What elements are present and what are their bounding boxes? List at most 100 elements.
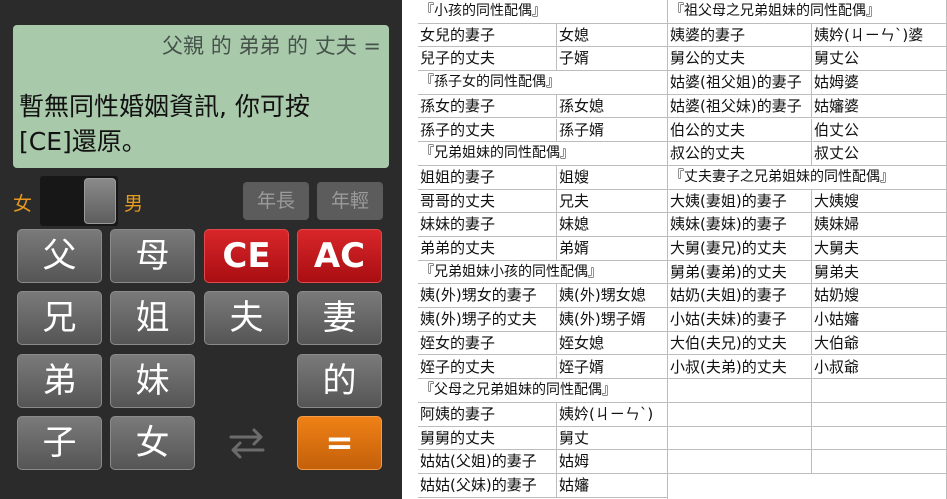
table-right: 『祖父母之兄弟姐妹的同性配偶』 姨婆的妻子 姨妗(ㄐㄧㄣˋ)婆 舅公的丈夫 舅丈公 姑婆(… (668, 0, 947, 499)
relation-cell (668, 427, 811, 450)
title-cell: 大伯爺 (811, 331, 947, 355)
result-message: 暫無同性婚姻資訊, 你可按[CE]還原。 (19, 92, 310, 156)
relation-cell: 大伯(夫兄)的丈夫 (670, 333, 787, 352)
title-cell (811, 379, 947, 403)
relation-tables: 『小孩的同性配偶』 女兒的妻子 女媳 兒子的丈夫 子婿 『孫子女的同性配偶』 孫女的妻子 孫女… (418, 0, 947, 499)
title-cell: 舅丈 (556, 426, 668, 450)
equals-key[interactable]: = (297, 416, 382, 470)
section-title: 『兄弟姐妹的同性配偶』 (420, 145, 574, 162)
title-cell: 姑姆 (556, 450, 668, 474)
relation-cell (668, 450, 811, 473)
title-cell: 姑嬸 (556, 474, 668, 497)
father-key[interactable]: 父 (17, 229, 102, 283)
younger-sister-key[interactable]: 妹 (110, 354, 195, 408)
title-cell: 姨妗(ㄐㄧㄣˋ) (556, 402, 668, 426)
title-cell: 孫女媳 (556, 94, 668, 118)
relation-cell: 小叔(夫弟)的丈夫 (670, 357, 787, 376)
toggle-knob[interactable] (84, 178, 116, 224)
mother-key[interactable]: 母 (110, 229, 195, 283)
younger-brother-key[interactable]: 弟 (17, 354, 102, 408)
title-cell: 姨妹婦 (811, 213, 947, 237)
table-section-header: 『兄弟姐妹小孩的同性配偶』 (418, 261, 667, 285)
gender-male-label: 男 (124, 193, 144, 215)
title-cell: 姑嬸婆 (811, 94, 947, 118)
table-row: 舅公的丈夫 舅丈公 (668, 47, 947, 72)
relation-cell: 阿姨的妻子 (420, 404, 496, 423)
son-key[interactable]: 子 (17, 416, 102, 470)
relation-cell: 姑姑(父姐)的妻子 (420, 452, 537, 471)
table-row: 姨妹(妻妹)的妻子 姨妹婦 (668, 213, 946, 237)
title-cell (811, 426, 947, 450)
ce-key[interactable]: CE (204, 229, 289, 283)
expression-text: 父親 的 弟弟 的 丈夫 = (162, 34, 381, 58)
relation-cell: 哥哥的丈夫 (420, 191, 496, 210)
relation-cell: 舅舅的丈夫 (420, 428, 496, 447)
relation-cell: 姨妹(妻妹)的妻子 (670, 215, 787, 234)
relation-cell: 大姨(妻姐)的妻子 (670, 191, 787, 210)
table-row: 姐姐的妻子 姐嫂 (418, 165, 668, 190)
table-row: 姪女的妻子 姪女媳 (418, 331, 667, 356)
relation-cell: 姨婆的妻子 (670, 25, 746, 44)
elder-sister-key[interactable]: 姐 (110, 291, 195, 345)
relation-cell: 姪女的妻子 (420, 333, 496, 352)
title-cell: 大舅夫 (811, 237, 947, 260)
elder-brother-key[interactable]: 兄 (17, 291, 102, 345)
title-cell: 弟婿 (556, 237, 668, 260)
title-cell: 姑奶嫂 (811, 284, 947, 308)
table-section-header: 『孫子女的同性配偶』 (418, 71, 667, 95)
table-row: 兒子的丈夫 子婿 (418, 47, 667, 72)
table-left: 『小孩的同性配偶』 女兒的妻子 女媳 兒子的丈夫 子婿 『孫子女的同性配偶』 孫女的妻子 孫女… (418, 0, 668, 499)
relation-cell: 姑奶(夫姐)的妻子 (670, 286, 787, 305)
table-row: 孫女的妻子 孫女媳 (418, 94, 668, 119)
table-section-header: 『兄弟姐妹的同性配偶』 (418, 142, 667, 166)
relation-cell (668, 403, 811, 426)
table-row: 小姑(夫妹)的妻子 小姑嬸 (668, 308, 946, 332)
title-cell: 姨(外)甥子婿 (556, 308, 668, 332)
relation-cell: 叔公的丈夫 (670, 144, 746, 163)
younger-button[interactable]: 年輕 (317, 182, 383, 220)
table-row: 女兒的妻子 女媳 (418, 23, 668, 48)
relation-cell: 小姑(夫妹)的妻子 (670, 310, 787, 329)
relation-cell: 姨(外)甥女的妻子 (420, 286, 537, 305)
title-cell: 姪子婿 (556, 355, 668, 379)
table-row: 妹妹的妻子 妹媳 (418, 213, 667, 237)
table-row: 姑奶(夫姐)的妻子 姑奶嫂 (668, 284, 947, 309)
older-button[interactable]: 年長 (243, 182, 309, 220)
title-cell: 小姑嬸 (811, 308, 947, 332)
table-row: 大舅(妻兄)的丈夫 大舅夫 (668, 237, 946, 261)
swap-arrows-icon (225, 417, 269, 469)
title-cell: 妹媳 (556, 213, 668, 237)
table-row: 孫子的丈夫 孫子婿 (418, 118, 668, 143)
title-cell: 孫子婿 (556, 118, 668, 142)
relation-cell: 姑婆(祖父妹)的妻子 (670, 96, 802, 115)
title-cell: 姐嫂 (556, 165, 668, 189)
title-cell: 舅丈公 (811, 47, 947, 71)
table-row: 弟弟的丈夫 弟婿 (418, 237, 667, 261)
relation-cell: 姐姐的妻子 (420, 167, 496, 186)
table-row: 舅弟(妻弟)的丈夫 舅弟夫 (668, 260, 946, 285)
relation-cell: 姨(外)甥子的丈夫 (420, 310, 537, 329)
table-row: 哥哥的丈夫 兄夫 (418, 189, 668, 214)
table-row (668, 450, 946, 474)
relation-cell: 姑姑(父妹)的妻子 (420, 476, 537, 494)
table-row: 小叔(夫弟)的丈夫 小叔爺 (668, 355, 947, 380)
title-cell: 小叔爺 (811, 355, 947, 379)
gender-toggle-switch[interactable] (40, 176, 118, 226)
title-cell: 女媳 (556, 23, 668, 47)
husband-key[interactable]: 夫 (204, 291, 289, 345)
table-row: 叔公的丈夫 叔丈公 (668, 142, 946, 166)
title-cell: 叔丈公 (811, 142, 947, 166)
of-key[interactable]: 的 (297, 354, 382, 408)
wife-key[interactable]: 妻 (297, 291, 382, 345)
daughter-key[interactable]: 女 (110, 416, 195, 470)
section-title: 『孫子女的同性配偶』 (420, 74, 560, 91)
swap-button[interactable] (204, 416, 289, 470)
table-section-header: 『丈夫妻子之兄弟姐妹的同性配偶』 (668, 166, 946, 190)
relation-cell: 弟弟的丈夫 (420, 239, 496, 257)
title-cell: 姑姆婆 (811, 71, 947, 95)
table-row: 姨(外)甥子的丈夫 姨(外)甥子婿 (418, 308, 667, 332)
section-title: 『兄弟姐妹小孩的同性配偶』 (420, 263, 602, 280)
title-cell: 兄夫 (556, 189, 668, 213)
ac-key[interactable]: AC (297, 229, 382, 283)
table-section-header: 『祖父母之兄弟姐妹的同性配偶』 (668, 0, 946, 24)
